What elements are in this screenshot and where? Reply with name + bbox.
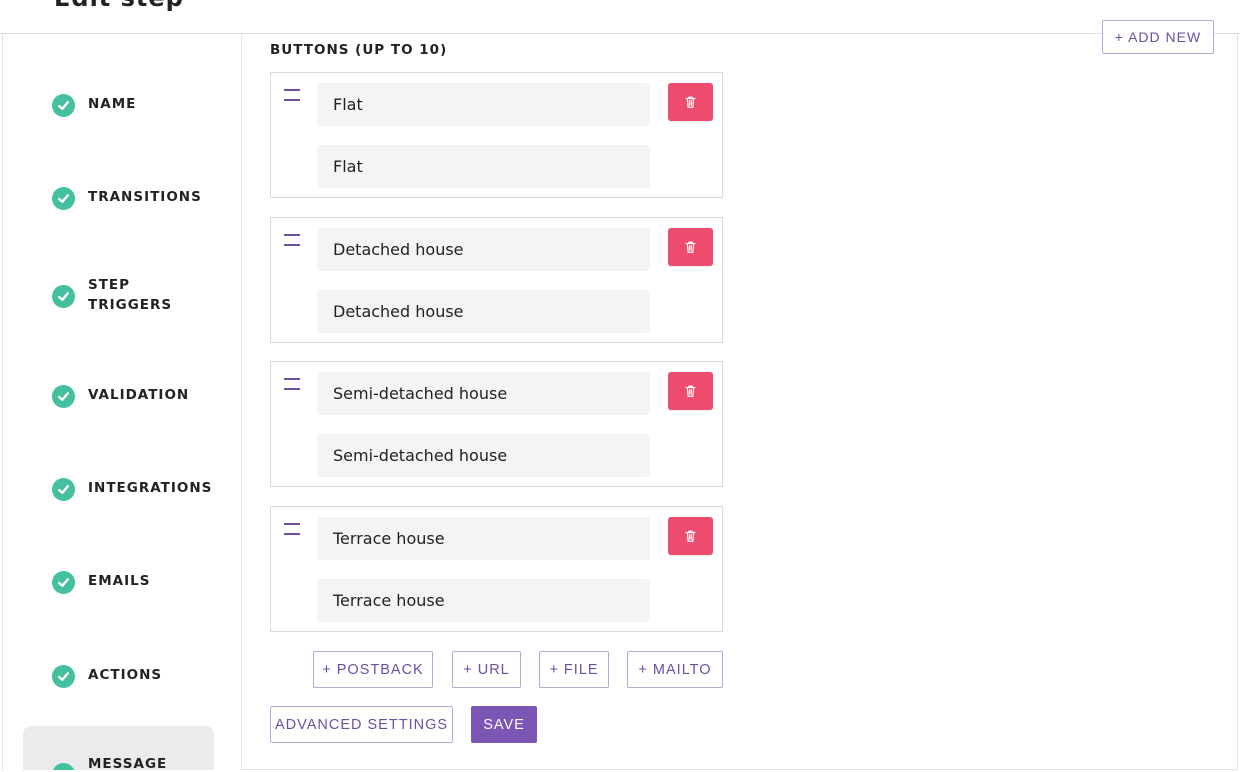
sidebar-item-label: Name (88, 96, 137, 112)
sidebar-item-label: Step Triggers (88, 277, 173, 313)
button-value-input[interactable]: Semi-detached house (317, 434, 650, 477)
add-url-button[interactable]: + URL (452, 651, 521, 688)
drag-handle-icon[interactable] (284, 523, 300, 535)
sidebar-item-transitions[interactable]: Transitions (3, 186, 241, 210)
add-file-button[interactable]: + FILE (539, 651, 609, 688)
top-bar: Edit step (0, 0, 1240, 34)
sidebar-item-integrations[interactable]: Integrations (3, 477, 241, 501)
button-card: Terrace house Terrace house (270, 506, 723, 632)
button-label-input[interactable]: Detached house (317, 228, 650, 271)
button-value-input[interactable]: Detached house (317, 290, 650, 333)
save-button[interactable]: SAVE (471, 706, 537, 743)
add-postback-button[interactable]: + POSTBACK (313, 651, 433, 688)
check-icon (52, 664, 75, 688)
button-label-input[interactable]: Terrace house (317, 517, 650, 560)
advanced-settings-button[interactable]: ADVANCED SETTINGS (270, 706, 453, 743)
page-title: Edit step (54, 0, 184, 12)
sidebar: Name Transitions Step Triggers Validatio… (3, 35, 242, 770)
sidebar-item-label: Integrations (88, 480, 213, 496)
sidebar-item-label: Transitions (88, 189, 202, 205)
sidebar-item-name[interactable]: Name (3, 93, 241, 117)
trash-icon (685, 530, 696, 542)
button-label-input[interactable]: Semi-detached house (317, 372, 650, 415)
sidebar-item-message[interactable]: Message (3, 756, 241, 770)
sidebar-item-validation[interactable]: Validation (3, 384, 241, 408)
sidebar-item-step-triggers[interactable]: Step Triggers (3, 277, 241, 313)
button-value-input[interactable]: Terrace house (317, 579, 650, 622)
add-mailto-button[interactable]: + MAILTO (627, 651, 723, 688)
trash-icon (685, 96, 696, 108)
button-label-input[interactable]: Flat (317, 83, 650, 126)
sidebar-item-emails[interactable]: Emails (3, 570, 241, 594)
check-icon (52, 186, 75, 210)
sidebar-item-label: Emails (88, 573, 151, 589)
drag-handle-icon[interactable] (284, 234, 300, 246)
check-icon (52, 763, 75, 770)
trash-icon (685, 385, 696, 397)
section-title: BUTTONS (UP TO 10) (270, 42, 448, 58)
delete-button[interactable] (668, 372, 713, 410)
check-icon (52, 570, 75, 594)
button-card: Detached house Detached house (270, 217, 723, 343)
drag-handle-icon[interactable] (284, 89, 300, 101)
check-icon (52, 477, 75, 501)
sidebar-item-label: Validation (88, 387, 190, 403)
sidebar-item-label: Actions (88, 667, 163, 683)
check-icon (52, 93, 75, 117)
check-icon (52, 384, 75, 408)
trash-icon (685, 241, 696, 253)
delete-button[interactable] (668, 517, 713, 555)
add-new-button[interactable]: + ADD NEW (1102, 20, 1214, 54)
delete-button[interactable] (668, 83, 713, 121)
button-card: Semi-detached house Semi-detached house (270, 361, 723, 487)
drag-handle-icon[interactable] (284, 378, 300, 390)
button-card: Flat Flat (270, 72, 723, 198)
check-icon (52, 284, 75, 308)
button-value-input[interactable]: Flat (317, 145, 650, 188)
sidebar-item-actions[interactable]: Actions (3, 664, 241, 688)
delete-button[interactable] (668, 228, 713, 266)
sidebar-item-label: Message (88, 756, 168, 770)
